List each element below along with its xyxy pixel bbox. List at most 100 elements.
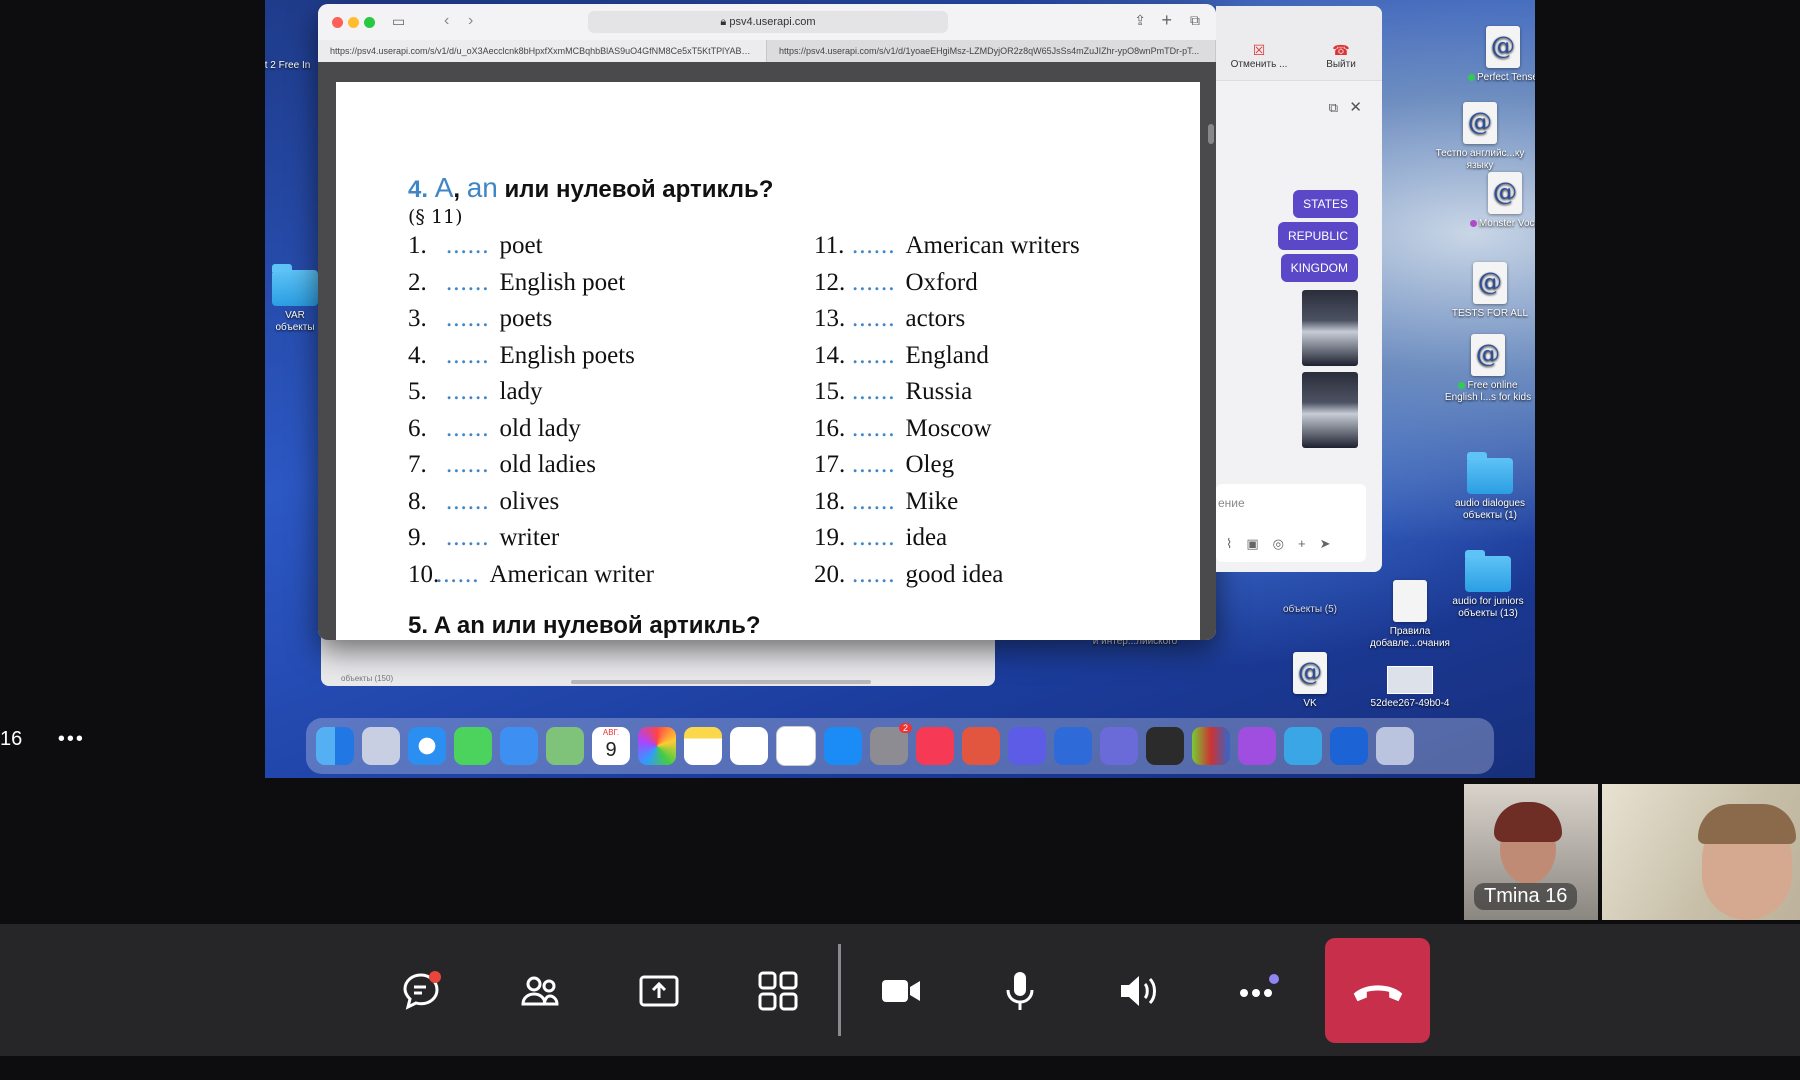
more-icon — [1240, 974, 1279, 997]
archiver-icon[interactable] — [1192, 727, 1230, 765]
tab-pdf-1[interactable]: https://psv4.userapi.com/s/v1/d/u_oX3Aec… — [318, 40, 767, 62]
maps-icon[interactable] — [546, 727, 584, 765]
desktop-folder-audio-juniors[interactable]: audio for juniors объекты (13) — [1443, 550, 1533, 620]
send-icon[interactable]: ➤ — [1320, 536, 1345, 551]
exercise-column-left: 1....... poet 2....... English poet 3.....… — [408, 228, 654, 593]
video-tile-self[interactable] — [1602, 784, 1800, 920]
doc-icon — [1393, 580, 1427, 622]
image-icon[interactable]: ▣ — [1246, 536, 1272, 551]
trash-icon[interactable] — [1376, 727, 1414, 765]
desktop-icon-tests-for-all[interactable]: @ TESTS FOR ALL — [1445, 262, 1535, 320]
freeform-icon[interactable] — [776, 726, 816, 766]
chat-app-icon[interactable] — [1008, 727, 1046, 765]
exercise-item: 3....... poets — [408, 305, 553, 332]
more-button[interactable] — [1223, 956, 1293, 1026]
h-app-icon[interactable] — [1146, 727, 1184, 765]
desktop-folder-var[interactable]: VAR объекты — [265, 264, 325, 334]
pdf-viewer[interactable]: 4. A, an или нулевой артикль? (§ 11) 1..… — [318, 62, 1216, 640]
desktop-label-interm: объекты (5) — [1282, 604, 1338, 615]
powerpoint-icon[interactable] — [962, 727, 1000, 765]
tab-overview-icon[interactable]: ⧉ — [1190, 12, 1200, 29]
desktop-icon-free-online[interactable]: @ Free online English l...s for kids — [1443, 334, 1533, 404]
chip-kingdom[interactable]: KINGDOM — [1280, 254, 1358, 282]
popout-icon[interactable]: ⧉ — [1329, 100, 1338, 116]
chat-button[interactable] — [386, 956, 456, 1026]
desktop-icon-test[interactable]: @ Тестпо английс...ку языку — [1435, 102, 1525, 172]
image-attachment[interactable] — [1302, 372, 1358, 448]
browser-toolbar: ▭ ‹ › 🔒︎ psv4.userapi.com ⇪ + ⧉ — [318, 4, 1216, 40]
finder-icon[interactable] — [316, 727, 354, 765]
messages-icon[interactable] — [454, 727, 492, 765]
reminders-icon[interactable] — [730, 727, 768, 765]
photos-icon[interactable] — [638, 727, 676, 765]
telegram-icon[interactable] — [1284, 727, 1322, 765]
desktop-folder-audio-dialogues[interactable]: audio dialogues объекты (1) — [1445, 452, 1535, 522]
music-icon[interactable] — [916, 727, 954, 765]
http-doc-icon: @ — [1473, 262, 1507, 304]
back-icon[interactable]: ‹ — [444, 12, 449, 30]
cancel-button[interactable]: ☒ Отменить ... — [1224, 42, 1294, 70]
next-exercise-title: 5. A an или нулевой артикль? — [408, 612, 761, 639]
remote-icon[interactable] — [1054, 727, 1092, 765]
participants-button[interactable] — [505, 956, 575, 1026]
desktop-icon-vk[interactable]: @ VK — [1265, 652, 1355, 710]
new-tab-icon[interactable]: + — [1161, 10, 1172, 31]
close-window-icon[interactable] — [332, 17, 343, 28]
zoom-window-icon[interactable] — [364, 17, 375, 28]
sidebar-toggle-icon[interactable]: ▭ — [392, 13, 405, 30]
share-screen-button[interactable] — [624, 956, 694, 1026]
desktop-icon-perfect-tense[interactable]: @ Perfect Tense — [1458, 26, 1535, 84]
exercise-item: 4....... English poets — [408, 341, 635, 369]
chip-states[interactable]: STATES — [1293, 190, 1358, 218]
video-tile-tmina[interactable]: Tmina 16 — [1464, 784, 1598, 920]
more-options-icon[interactable]: ••• — [58, 728, 85, 750]
exit-button[interactable]: ☎ Выйти — [1306, 42, 1376, 70]
horizontal-scrollbar[interactable] — [571, 680, 871, 684]
exercise-item: 15....... Russia — [814, 378, 973, 405]
desktop-icon-image[interactable]: 52dee267-49b0-4 — [1365, 666, 1455, 710]
calendar-icon[interactable]: АВГ. 9 — [592, 727, 630, 765]
grid-icon — [758, 971, 798, 1011]
exercise-item: 7....... old ladies — [408, 451, 597, 478]
image-attachment[interactable] — [1302, 290, 1358, 366]
people-icon — [521, 976, 559, 1006]
attach-icon[interactable]: ⌇ — [1226, 536, 1246, 551]
exercise-item: 19....... idea — [814, 524, 948, 551]
plus-icon[interactable]: + — [1298, 536, 1320, 551]
tab-pdf-2[interactable]: https://psv4.userapi.com/s/v1/d/1yoaeEHg… — [767, 40, 1216, 62]
meeting-controls — [0, 924, 1800, 1056]
participant-counter: 16 ••• — [0, 728, 85, 750]
safari-icon[interactable] — [408, 727, 446, 765]
whiteboard-icon[interactable] — [1330, 727, 1368, 765]
grid-view-button[interactable] — [743, 956, 813, 1026]
notes-icon[interactable] — [684, 727, 722, 765]
forward-icon[interactable]: › — [468, 12, 473, 30]
desktop-icon-unit2[interactable]: Unit 2 Free In — [265, 60, 315, 72]
share-icon[interactable]: ⇪ — [1134, 12, 1146, 29]
settings-icon[interactable]: 2 — [870, 723, 912, 765]
sticker-icon[interactable]: ◎ — [1273, 536, 1298, 551]
desktop-icon-rules[interactable]: Правила добавле...очания — [1365, 580, 1455, 650]
message-composer[interactable]: ение ⌇▣◎+➤ — [1216, 484, 1366, 562]
podcasts-icon[interactable] — [1238, 727, 1276, 765]
camera-button[interactable] — [866, 956, 936, 1026]
composer-tools: ⌇▣◎+➤ — [1226, 536, 1345, 552]
chip-republic[interactable]: REPUBLIC — [1277, 222, 1358, 250]
viewer-scrollbar[interactable] — [1208, 124, 1214, 144]
close-chat-icon[interactable]: ✕ — [1349, 98, 1362, 116]
launchpad-icon[interactable] — [362, 727, 400, 765]
app-store-icon[interactable] — [824, 727, 862, 765]
speaker-button[interactable] — [1104, 956, 1174, 1026]
background-window: объекты (150) — [321, 634, 995, 686]
hair-silhouette — [1494, 802, 1562, 842]
address-bar[interactable]: 🔒︎ psv4.userapi.com — [588, 11, 948, 33]
desktop-icon-monster-voca[interactable]: @ Monster Voca — [1460, 172, 1535, 230]
mail-icon[interactable] — [500, 727, 538, 765]
exercise-item: 1....... poet — [408, 232, 543, 259]
chat-header: ☒ Отменить ... ☎ Выйти — [1216, 6, 1382, 81]
minimize-window-icon[interactable] — [348, 17, 359, 28]
exercise-item: 9....... writer — [408, 524, 560, 551]
teams-icon[interactable] — [1100, 727, 1138, 765]
end-call-button[interactable] — [1325, 938, 1430, 1043]
microphone-button[interactable] — [985, 956, 1055, 1026]
